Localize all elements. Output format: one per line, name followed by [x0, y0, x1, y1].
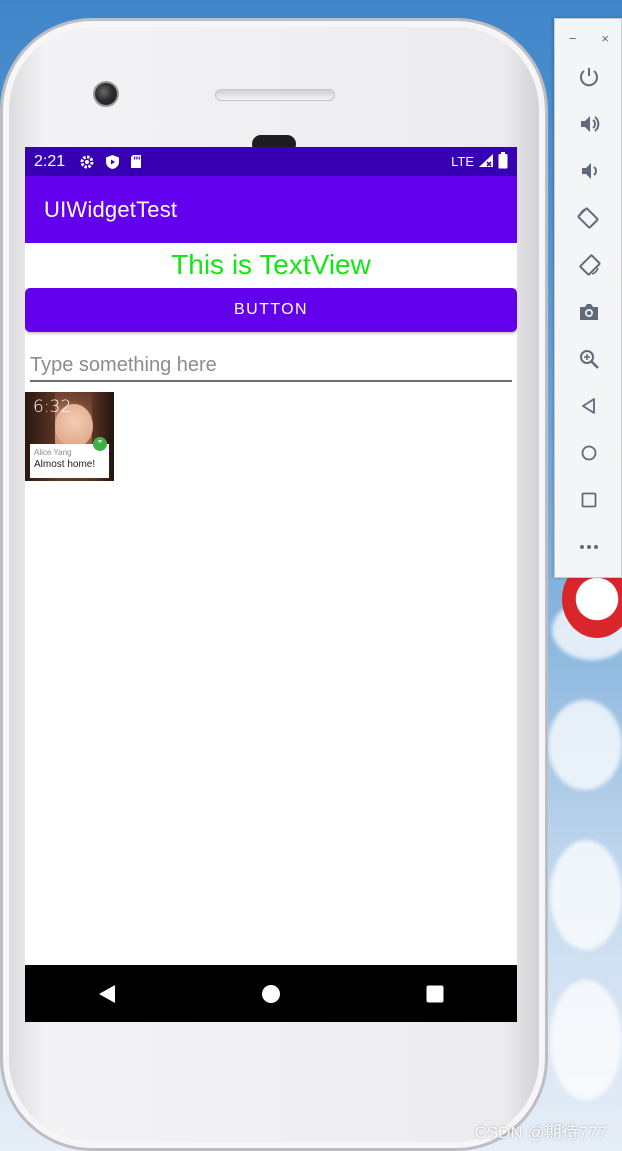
- earpiece-speaker: [215, 89, 335, 101]
- network-type: LTE: [451, 154, 474, 169]
- image-message: Almost home!: [34, 459, 96, 470]
- minimize-button[interactable]: −: [569, 31, 577, 53]
- status-time: 2:21: [34, 152, 66, 170]
- volume-up-icon[interactable]: [555, 100, 622, 147]
- app-title: UIWidgetTest: [44, 196, 178, 222]
- edit-text-input[interactable]: [30, 350, 512, 382]
- shield-play-icon: [105, 154, 120, 170]
- home-icon[interactable]: [241, 974, 301, 1014]
- back-icon[interactable]: [555, 382, 622, 429]
- signal-icon: [478, 153, 494, 171]
- navigation-bar: [25, 965, 517, 1022]
- overview-icon[interactable]: [405, 974, 465, 1014]
- close-button[interactable]: ×: [601, 31, 609, 53]
- more-icon[interactable]: [555, 523, 622, 570]
- watermark: CSDN @期待777: [474, 1123, 607, 1142]
- back-icon[interactable]: [77, 974, 137, 1014]
- app-bar: UIWidgetTest: [25, 176, 517, 243]
- image-sender: Alice Yang: [34, 448, 72, 457]
- overview-icon[interactable]: [555, 476, 622, 523]
- sd-card-icon: [130, 154, 142, 169]
- rotate-left-icon[interactable]: [555, 194, 622, 241]
- camera-icon[interactable]: [555, 288, 622, 335]
- cloud-decoration: [548, 700, 622, 790]
- textview: This is TextView: [171, 249, 371, 280]
- image-view: 6:32 Alice Yang Almost home! ❞: [25, 392, 114, 481]
- emulator-toolbar: − ×: [554, 18, 622, 578]
- hangouts-badge-icon: ❞: [93, 437, 107, 451]
- rotate-right-icon[interactable]: [555, 241, 622, 288]
- battery-icon: [498, 151, 508, 172]
- home-icon[interactable]: [555, 429, 622, 476]
- cloud-decoration: [550, 840, 622, 950]
- status-bar: 2:21 LTE: [25, 147, 517, 176]
- zoom-icon[interactable]: [555, 335, 622, 382]
- window-controls: − ×: [555, 19, 621, 53]
- front-camera: [93, 81, 119, 107]
- power-icon[interactable]: [555, 53, 622, 100]
- volume-down-icon[interactable]: [555, 147, 622, 194]
- device-screen: 2:21 LTE UIWidgetTest This is TextView B…: [25, 147, 517, 1022]
- main-button[interactable]: BUTTON: [25, 288, 517, 332]
- settings-icon: [79, 154, 95, 170]
- image-clock-text: 6:32: [33, 397, 72, 417]
- cloud-decoration: [550, 980, 622, 1100]
